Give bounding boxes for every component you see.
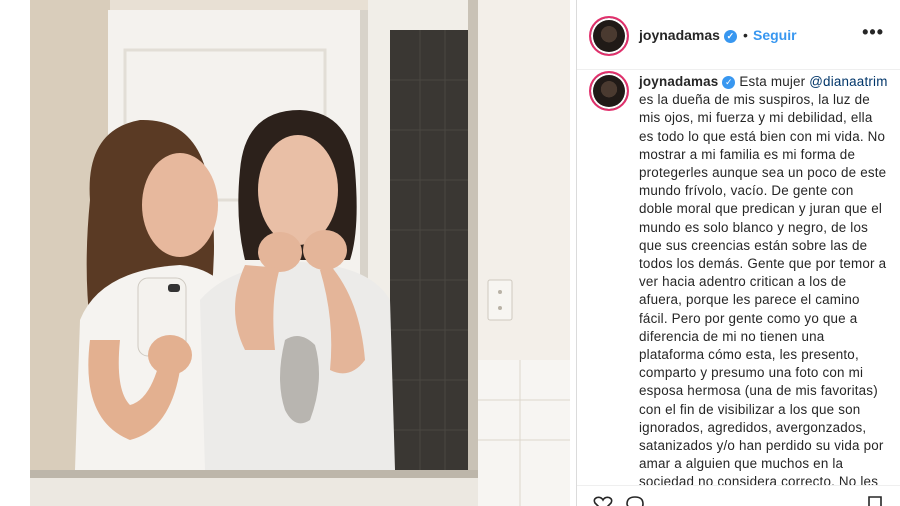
verified-badge-icon: ✓ bbox=[723, 30, 737, 43]
more-options-icon[interactable]: ••• bbox=[862, 22, 884, 43]
header-username[interactable]: joynadamas ✓ bbox=[639, 27, 737, 43]
heart-icon[interactable] bbox=[593, 496, 613, 506]
follow-button[interactable]: Seguir bbox=[753, 27, 797, 43]
header-username-text[interactable]: joynadamas bbox=[639, 27, 720, 43]
bookmark-icon[interactable] bbox=[865, 496, 885, 506]
caption-verified-badge-icon: ✓ bbox=[722, 76, 736, 89]
post-header: joynadamas ✓ • Seguir ••• bbox=[577, 0, 900, 70]
header-separator: • bbox=[743, 27, 748, 43]
action-bar bbox=[577, 490, 900, 506]
post-photo[interactable] bbox=[30, 0, 570, 506]
caption-intro: Esta mujer bbox=[735, 74, 810, 89]
caption-avatar[interactable] bbox=[589, 71, 629, 111]
caption-body: es la dueña de mis suspiros, la luz de m… bbox=[639, 92, 887, 485]
caption-username[interactable]: joynadamas bbox=[639, 74, 718, 89]
comment-icon[interactable] bbox=[625, 496, 645, 506]
caption-text: joynadamas ✓ Esta mujer @dianaatrim es la… bbox=[639, 73, 889, 485]
avatar[interactable] bbox=[589, 16, 629, 56]
post-photo-pane bbox=[0, 0, 576, 506]
post-sidebar: joynadamas ✓ • Seguir ••• joynadamas ✓ Est… bbox=[577, 0, 900, 506]
actions-divider bbox=[577, 485, 900, 486]
caption-area: joynadamas ✓ Esta mujer @dianaatrim es la… bbox=[577, 71, 900, 485]
caption-mention-link[interactable]: @dianaatrim bbox=[809, 74, 887, 89]
